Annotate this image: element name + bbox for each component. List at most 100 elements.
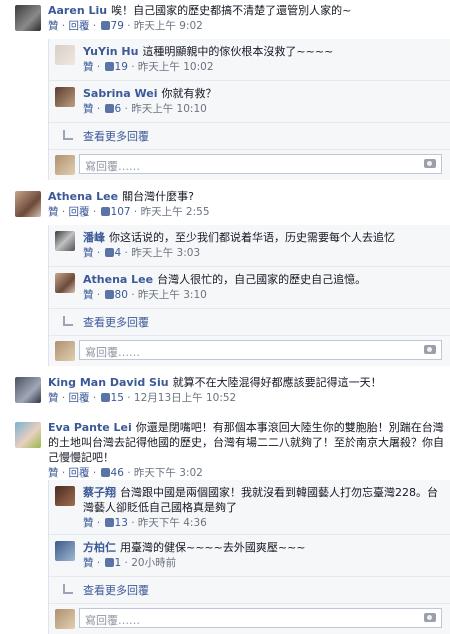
view-more-label: 查看更多回覆: [83, 584, 149, 597]
thumbs-up-icon: [104, 518, 114, 527]
avatar[interactable]: [15, 422, 41, 448]
reply: 蔡子翔 台灣跟中國是兩個國家！我就沒看到韓國藝人打勿忘臺灣228。台灣藝人卻貶低自…: [49, 480, 450, 535]
like-count[interactable]: 107: [111, 206, 131, 218]
write-reply-row: 寫回覆……: [49, 150, 450, 180]
avatar[interactable]: [15, 191, 41, 217]
view-more-replies-link[interactable]: 查看更多回覆: [49, 577, 450, 604]
like-link[interactable]: 贊: [48, 206, 59, 218]
thumbs-up-icon: [104, 62, 114, 71]
like-count[interactable]: 13: [115, 517, 128, 529]
like-link[interactable]: 贊: [83, 61, 94, 73]
thumbs-up-icon: [104, 104, 114, 113]
timestamp[interactable]: 昨天上午 2:55: [141, 206, 210, 218]
write-reply-row: 寫回覆……: [49, 604, 450, 634]
like-count[interactable]: 46: [111, 467, 124, 479]
reply: 潘峰 你这话说的，至少我们都说着华语，历史需要每个人去追忆 贊 · 4 · 昨天上…: [49, 225, 450, 267]
reply: YuYin Hu 這種明顯親中的傢伙根本沒救了~~~~ 贊 · 19 · 昨天上午…: [49, 39, 450, 81]
like-link[interactable]: 贊: [83, 517, 94, 529]
like-link[interactable]: 贊: [83, 557, 94, 569]
reply-text: 你就有救？: [161, 87, 217, 100]
reply-arrow-icon: [63, 130, 73, 140]
reply-placeholder: 寫回覆……: [85, 346, 140, 359]
avatar[interactable]: [55, 273, 75, 293]
timestamp[interactable]: 昨天上午 10:10: [131, 103, 207, 115]
thumbs-up-icon: [100, 468, 110, 477]
reply: 方柏仁 用臺灣的健保~~~~去外國爽壓~~~ 贊 · 1 · 20小時前: [49, 535, 450, 577]
reply-placeholder: 寫回覆……: [85, 614, 140, 627]
reply-text: 你这话说的，至少我们都说着华语，历史需要每个人去追忆: [109, 231, 395, 244]
avatar[interactable]: [55, 541, 75, 561]
camera-icon[interactable]: [424, 345, 436, 354]
comment-text: 關台灣什麼事?: [122, 190, 194, 203]
timestamp[interactable]: 昨天上午 3:10: [138, 289, 207, 301]
like-link[interactable]: 贊: [48, 20, 59, 32]
reply-list: 蔡子翔 台灣跟中國是兩個國家！我就沒看到韓國藝人打勿忘臺灣228。台灣藝人卻貶低自…: [48, 480, 450, 634]
reply-text: 用臺灣的健保~~~~去外國爽壓~~~: [120, 541, 306, 554]
reply-placeholder: 寫回覆……: [85, 160, 140, 173]
thumbs-up-icon: [100, 207, 110, 216]
like-count[interactable]: 19: [115, 61, 128, 73]
avatar: [55, 609, 75, 629]
replier-name[interactable]: YuYin Hu: [83, 45, 138, 58]
view-more-label: 查看更多回覆: [83, 316, 149, 329]
avatar: [55, 341, 75, 361]
avatar[interactable]: [55, 87, 75, 107]
like-link[interactable]: 贊: [48, 392, 59, 404]
reply-text: 台灣跟中國是兩個國家！我就沒看到韓國藝人打勿忘臺灣228。台灣藝人卻貶低自己國格…: [83, 486, 438, 514]
replier-name[interactable]: Sabrina Wei: [83, 87, 157, 100]
like-count[interactable]: 6: [115, 103, 122, 115]
reply-input[interactable]: 寫回覆……: [79, 608, 442, 628]
reply-link[interactable]: 回覆: [69, 206, 90, 218]
avatar[interactable]: [55, 486, 75, 506]
like-link[interactable]: 贊: [83, 103, 94, 115]
like-count[interactable]: 4: [115, 247, 122, 259]
timestamp[interactable]: 昨天上午 10:02: [138, 61, 214, 73]
replier-name[interactable]: Athena Lee: [83, 273, 153, 286]
view-more-replies-link[interactable]: 查看更多回覆: [49, 123, 450, 150]
timestamp[interactable]: 昨天上午 3:03: [131, 247, 200, 259]
avatar[interactable]: [55, 45, 75, 65]
comment: Athena Lee 關台灣什麼事? 贊 · 回覆 · 107 · 昨天上午 2:…: [0, 186, 450, 225]
replier-name[interactable]: 潘峰: [83, 231, 105, 244]
reply-link[interactable]: 回覆: [69, 392, 90, 404]
reply-arrow-icon: [63, 584, 73, 594]
commenter-name[interactable]: Athena Lee: [48, 190, 118, 203]
avatar[interactable]: [15, 5, 41, 31]
reply-list: 潘峰 你这话说的，至少我们都说着华语，历史需要每个人去追忆 贊 · 4 · 昨天上…: [48, 225, 450, 366]
reply-link[interactable]: 回覆: [69, 467, 90, 479]
like-count[interactable]: 1: [115, 557, 122, 569]
reply-input[interactable]: 寫回覆……: [79, 154, 442, 174]
commenter-name[interactable]: Aaren Liu: [48, 4, 107, 17]
comment: Aaren Liu 唉！自己國家的歷史都搞不清楚了還管別人家的~ 贊 · 回覆 ·…: [0, 0, 450, 39]
avatar[interactable]: [15, 377, 41, 403]
thumbs-up-icon: [100, 21, 110, 30]
like-link[interactable]: 贊: [48, 467, 59, 479]
avatar: [55, 155, 75, 175]
comment: King Man David Siu 就算不在大陸混得好都應該要記得這一天！ 贊 …: [0, 372, 450, 411]
reply-text: 這種明顯親中的傢伙根本沒救了~~~~: [142, 45, 334, 58]
like-link[interactable]: 贊: [83, 289, 94, 301]
write-reply-row: 寫回覆……: [49, 336, 450, 366]
camera-icon[interactable]: [424, 613, 436, 622]
commenter-name[interactable]: Eva Pante Lei: [48, 421, 132, 434]
replier-name[interactable]: 蔡子翔: [83, 486, 116, 499]
like-link[interactable]: 贊: [83, 247, 94, 259]
timestamp[interactable]: 20小時前: [131, 557, 176, 569]
camera-icon[interactable]: [424, 159, 436, 168]
view-more-replies-link[interactable]: 查看更多回覆: [49, 309, 450, 336]
avatar[interactable]: [55, 231, 75, 251]
like-count[interactable]: 79: [111, 20, 124, 32]
commenter-name[interactable]: King Man David Siu: [48, 376, 169, 389]
comment-text: 就算不在大陸混得好都應該要記得這一天！: [172, 376, 382, 389]
timestamp[interactable]: 昨天下午 4:36: [138, 517, 207, 529]
reply-text: 台灣人很忙的，自己國家的歷史自己追憶。: [157, 273, 367, 286]
timestamp[interactable]: 昨天上午 9:02: [134, 20, 203, 32]
replier-name[interactable]: 方柏仁: [83, 541, 116, 554]
like-count[interactable]: 15: [111, 392, 124, 404]
timestamp[interactable]: 12月13日上午 10:52: [134, 392, 236, 404]
like-count[interactable]: 80: [115, 289, 128, 301]
reply: Sabrina Wei 你就有救？ 贊 · 6 · 昨天上午 10:10: [49, 81, 450, 123]
reply-input[interactable]: 寫回覆……: [79, 340, 442, 360]
reply-link[interactable]: 回覆: [69, 20, 90, 32]
timestamp[interactable]: 昨天下午 3:02: [134, 467, 203, 479]
